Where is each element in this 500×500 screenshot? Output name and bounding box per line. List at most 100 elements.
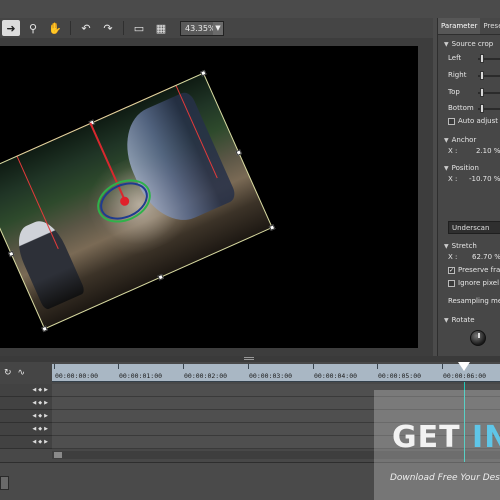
resize-handle-bc[interactable] bbox=[157, 273, 164, 281]
fit-window-icon[interactable]: ▭ bbox=[130, 20, 148, 36]
track-header[interactable]: ◀ ◆ ▶ bbox=[0, 397, 52, 410]
preview-canvas[interactable] bbox=[0, 46, 418, 348]
stretch-x-value[interactable]: 62.70 % bbox=[472, 253, 500, 261]
preview-area bbox=[0, 38, 433, 356]
section-rotate[interactable]: ▼ Rotate bbox=[444, 316, 475, 324]
collapse-button[interactable] bbox=[0, 476, 9, 490]
timecode-label: 00:00:01:00 bbox=[119, 372, 163, 380]
position-x-value[interactable]: -10.70 % bbox=[469, 175, 500, 183]
resize-handle-ml[interactable] bbox=[7, 250, 15, 258]
redo-icon[interactable]: ↷ bbox=[99, 20, 117, 36]
keyframe-add-icon[interactable]: ◆ bbox=[38, 426, 42, 432]
slider-thumb[interactable] bbox=[480, 71, 484, 80]
section-anchor[interactable]: ▼ Anchor bbox=[444, 136, 476, 144]
fit-mode-select[interactable]: Underscan bbox=[448, 221, 500, 234]
safe-area-icon[interactable]: ▦ bbox=[152, 20, 170, 36]
ruler-tick bbox=[377, 364, 378, 369]
resize-handle-tr[interactable] bbox=[200, 69, 207, 77]
timecode-label: 00:00:02:00 bbox=[184, 372, 228, 380]
resampling-label: Resampling meth bbox=[448, 297, 500, 305]
keyframe-prev-icon[interactable]: ◀ bbox=[32, 387, 36, 393]
preserve-frame-checkbox[interactable]: ✓ Preserve fram bbox=[448, 266, 500, 274]
zoom-value: 43.35% bbox=[185, 23, 216, 33]
ruler-tick bbox=[313, 364, 314, 369]
checkbox-box[interactable] bbox=[448, 279, 455, 287]
select-arrow-icon[interactable]: ➜ bbox=[2, 20, 20, 36]
keyframe-prev-icon[interactable]: ◀ bbox=[32, 426, 36, 432]
zoom-dropdown[interactable]: 43.35% ▼ bbox=[180, 20, 224, 36]
slider-thumb[interactable] bbox=[480, 88, 484, 97]
toolbar-separator bbox=[70, 21, 71, 35]
keyframe-add-icon[interactable]: ◆ bbox=[38, 413, 42, 419]
keyframe-add-icon[interactable]: ◆ bbox=[38, 439, 42, 445]
loop-icon[interactable]: ↻ bbox=[4, 368, 12, 378]
crop-bottom-label: Bottom bbox=[448, 104, 474, 112]
checkbox-box[interactable] bbox=[448, 117, 455, 125]
chevron-down-icon[interactable]: ▼ bbox=[213, 21, 223, 35]
ruler-tick bbox=[442, 364, 443, 369]
timecode-label: 00:00:00:00 bbox=[55, 372, 99, 380]
collapse-triangle-icon: ▼ bbox=[444, 40, 449, 48]
hand-tool-icon[interactable]: ✋ bbox=[46, 20, 64, 36]
watermark-overlay: GET IN Download Free Your Des bbox=[374, 390, 500, 500]
crop-top-label: Top bbox=[448, 88, 460, 96]
track-header[interactable]: ◀ ◆ ▶ bbox=[0, 436, 52, 449]
collapse-triangle-icon: ▼ bbox=[444, 242, 449, 250]
keyframe-next-icon[interactable]: ▶ bbox=[44, 400, 48, 406]
checkbox-box[interactable]: ✓ bbox=[448, 266, 455, 274]
keyframe-add-icon[interactable]: ◆ bbox=[38, 387, 42, 393]
resize-handle-mr[interactable] bbox=[235, 149, 243, 156]
transformed-clip[interactable] bbox=[0, 69, 276, 333]
timecode-label: 00:00:06:00 bbox=[443, 372, 487, 380]
keyframe-add-icon[interactable]: ◆ bbox=[38, 400, 42, 406]
keyframe-next-icon[interactable]: ▶ bbox=[44, 426, 48, 432]
keyframe-next-icon[interactable]: ▶ bbox=[44, 439, 48, 445]
track-header[interactable]: ◀ ◆ ▶ bbox=[0, 384, 52, 397]
tab-parameter[interactable]: Parameter bbox=[438, 18, 481, 34]
resize-handle-bl[interactable] bbox=[41, 325, 48, 333]
keyframe-graph-icon[interactable]: ∿ bbox=[18, 368, 26, 378]
zoom-tool-icon[interactable]: ⚲ bbox=[24, 20, 42, 36]
tab-presets[interactable]: Presets bbox=[480, 18, 500, 34]
section-source-crop[interactable]: ▼ Source crop bbox=[444, 40, 493, 48]
watermark-title: GET IN bbox=[392, 420, 500, 455]
timecode-label: 00:00:04:00 bbox=[314, 372, 358, 380]
slider-thumb[interactable] bbox=[480, 104, 484, 113]
splitter-grip[interactable] bbox=[244, 357, 254, 360]
toolbar-separator bbox=[123, 21, 124, 35]
playhead-marker[interactable] bbox=[458, 362, 470, 371]
ignore-pixel-checkbox[interactable]: Ignore pixel a bbox=[448, 279, 500, 287]
keyframe-prev-icon[interactable]: ◀ bbox=[32, 400, 36, 406]
resize-handle-br[interactable] bbox=[268, 224, 276, 231]
timecode-label: 00:00:03:00 bbox=[249, 372, 293, 380]
keyframe-next-icon[interactable]: ▶ bbox=[44, 387, 48, 393]
auto-adjust-checkbox[interactable]: Auto adjust a bbox=[448, 117, 500, 125]
crop-left-slider[interactable] bbox=[478, 54, 500, 63]
crop-bottom-slider[interactable] bbox=[478, 104, 500, 113]
section-title: Position bbox=[451, 164, 479, 172]
slider-thumb[interactable] bbox=[480, 54, 484, 63]
watermark-title-part: GET bbox=[392, 420, 473, 455]
crop-right-slider[interactable] bbox=[478, 71, 500, 80]
crop-top-slider[interactable] bbox=[478, 88, 500, 97]
scrollbar-thumb[interactable] bbox=[54, 452, 62, 458]
video-editor-window: ➜ ⚲ ✋ ↶ ↷ ▭ ▦ 43.35% ▼ Parameter Pres ▼ … bbox=[0, 0, 500, 500]
timeline-header: ↻ ∿ bbox=[0, 362, 52, 384]
anchor-x-value[interactable]: 2.10 % bbox=[476, 147, 500, 155]
section-title: Anchor bbox=[451, 136, 477, 144]
keyframe-prev-icon[interactable]: ◀ bbox=[32, 439, 36, 445]
ruler-tick bbox=[118, 364, 119, 369]
checkbox-label: Ignore pixel a bbox=[458, 279, 500, 287]
time-ruler[interactable]: 00:00:00:00 00:00:01:00 00:00:02:00 00:0… bbox=[52, 362, 500, 382]
timecode-label: 00:00:05:00 bbox=[378, 372, 422, 380]
track-header[interactable]: ◀ ◆ ▶ bbox=[0, 410, 52, 423]
keyframe-prev-icon[interactable]: ◀ bbox=[32, 413, 36, 419]
section-stretch[interactable]: ▼ Stretch bbox=[444, 242, 477, 250]
rotate-knob[interactable] bbox=[470, 330, 486, 346]
undo-icon[interactable]: ↶ bbox=[77, 20, 95, 36]
ruler-tick bbox=[248, 364, 249, 369]
panel-tabs: Parameter Presets bbox=[438, 18, 500, 35]
section-position[interactable]: ▼ Position bbox=[444, 164, 479, 172]
keyframe-next-icon[interactable]: ▶ bbox=[44, 413, 48, 419]
track-header[interactable]: ◀ ◆ ▶ bbox=[0, 423, 52, 436]
